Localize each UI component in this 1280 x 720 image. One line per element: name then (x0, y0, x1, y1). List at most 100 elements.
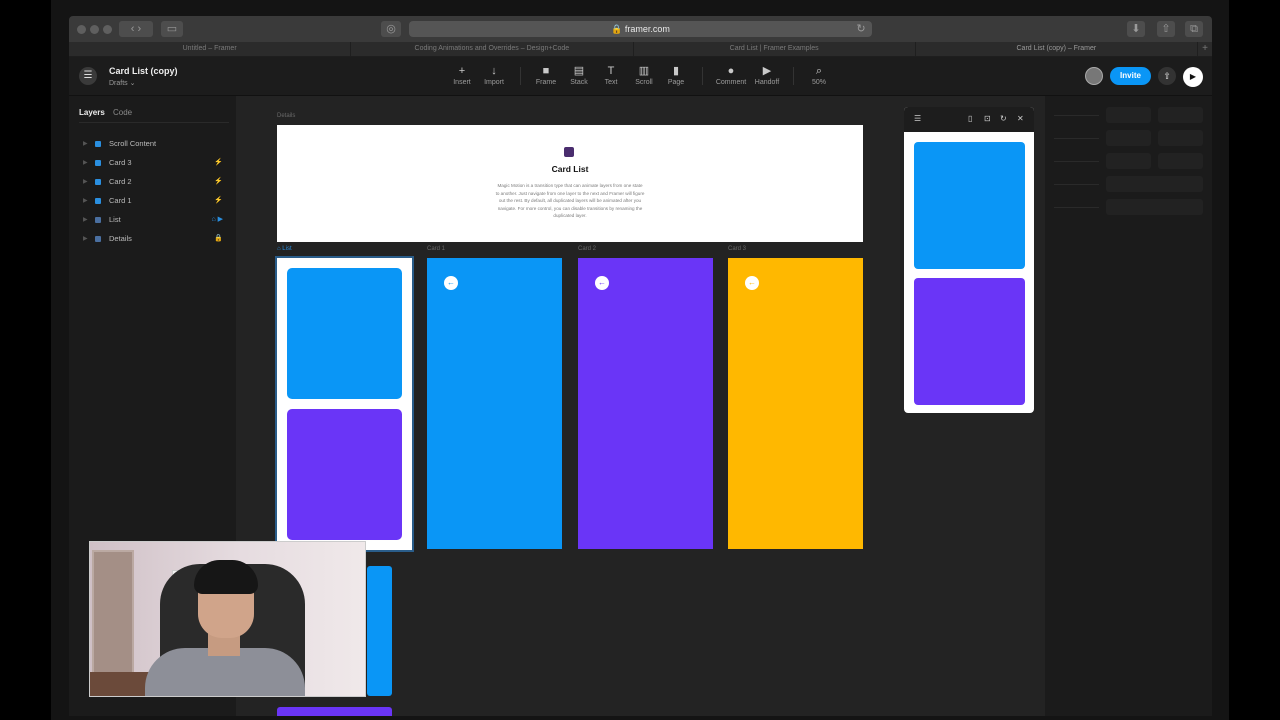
layer-icon (95, 160, 101, 166)
main-menu-button[interactable]: ☰ (79, 67, 97, 85)
preview-card-blue[interactable] (914, 142, 1025, 269)
property-field[interactable] (1106, 199, 1203, 215)
list-card-purple[interactable] (287, 409, 402, 540)
tab-layers[interactable]: Layers (79, 108, 105, 117)
share-icon[interactable]: ⇧ (1157, 21, 1175, 37)
handoff-icon: ▶ (762, 65, 772, 77)
zoom-window-button[interactable] (103, 25, 112, 34)
layer-label: List (109, 215, 121, 224)
layer-label: Card 3 (109, 158, 132, 167)
chevron-right-icon[interactable]: ▶ (83, 194, 88, 208)
scroll-overflow-card-purple[interactable] (277, 707, 392, 716)
minimize-window-button[interactable] (90, 25, 99, 34)
property-field[interactable] (1106, 107, 1151, 123)
layer-item[interactable]: ▶ Scroll Content (83, 137, 223, 151)
preview-toolbar: ☰ ▯ ⊡ ↻ ✕ (904, 107, 1034, 132)
property-field[interactable] (1106, 130, 1151, 146)
device-icon[interactable]: ▯ (968, 114, 972, 123)
handoff-tool[interactable]: ▶ Handoff (747, 64, 787, 86)
preview-card-purple[interactable] (914, 278, 1025, 405)
property-row (1054, 207, 1099, 208)
preview-window[interactable]: ☰ ▯ ⊡ ↻ ✕ (904, 107, 1034, 413)
magic-motion-icon: ⚡ (214, 197, 223, 204)
back-arrow-icon[interactable]: ← (745, 276, 759, 290)
menu-icon[interactable]: ☰ (914, 114, 921, 123)
layer-icon (95, 179, 101, 185)
layer-item[interactable]: ▶ Card 3 ⚡ (83, 156, 223, 170)
tool-label: Import (484, 79, 504, 86)
lock-icon[interactable]: ⊡ (984, 114, 991, 123)
browser-tab[interactable]: Card List | Framer Examples (634, 42, 916, 56)
reload-icon[interactable]: ↻ (854, 21, 868, 37)
zoom-tool[interactable]: ⌕ 50% (799, 64, 839, 86)
back-arrow-icon[interactable]: ← (595, 276, 609, 290)
layer-item[interactable]: ▶ Details 🔒 (83, 232, 223, 246)
property-field[interactable] (1106, 153, 1151, 169)
chevron-right-icon[interactable]: ▶ (83, 213, 88, 227)
layer-item[interactable]: ▶ Card 1 ⚡ (83, 194, 223, 208)
back-forward-buttons[interactable]: ‹ › (119, 21, 153, 37)
url-text: framer.com (624, 24, 670, 34)
stack-layer-icon (95, 236, 101, 242)
browser-tab[interactable]: Untitled – Framer (69, 42, 352, 56)
property-field[interactable] (1158, 153, 1203, 169)
frame-label-card3[interactable]: Card 3 (728, 246, 746, 252)
property-field[interactable] (1158, 130, 1203, 146)
card2-frame[interactable]: ← (578, 258, 713, 549)
browser-tab-active[interactable]: Card List (copy) – Framer (916, 42, 1198, 56)
card1-frame[interactable]: ← (427, 258, 562, 549)
list-card-blue[interactable] (287, 268, 402, 399)
lock-icon: 🔒 (214, 235, 223, 242)
chevron-right-icon[interactable]: ▶ (83, 156, 88, 170)
document-location[interactable]: Drafts ⌄ (109, 79, 135, 87)
details-title: Card List (551, 164, 589, 174)
download-icon[interactable]: ⬇ (1127, 21, 1145, 37)
properties-panel (1045, 96, 1212, 716)
details-frame[interactable]: Card List Magic Motion is a transition t… (277, 125, 863, 242)
property-field[interactable] (1106, 176, 1203, 192)
arrow-down-icon: ↓ (491, 65, 497, 77)
avatar[interactable] (1085, 67, 1103, 85)
magic-motion-icon: ⚡ (214, 159, 223, 166)
property-row (1054, 138, 1099, 139)
layer-label: Scroll Content (109, 139, 157, 148)
close-window-button[interactable] (77, 25, 86, 34)
chevron-right-icon[interactable]: ▶ (83, 175, 88, 189)
invite-button[interactable]: Invite (1110, 67, 1151, 85)
magnifier-icon: ⌕ (815, 65, 823, 77)
tabs-overview-icon[interactable]: ⧉ (1185, 21, 1203, 37)
url-bar[interactable]: 🔒 framer.com (409, 21, 872, 37)
tool-label: Page (667, 79, 685, 86)
list-frame[interactable] (275, 256, 414, 552)
frame-label-list[interactable]: ⌂ List (277, 246, 292, 252)
property-field[interactable] (1158, 107, 1203, 123)
browser-tab[interactable]: Coding Animations and Overrides – Design… (351, 42, 634, 56)
sidebar-toggle-icon[interactable]: ▭ (161, 21, 183, 37)
new-tab-button[interactable]: + (1198, 42, 1212, 56)
preview-play-button[interactable]: ▶ (1183, 67, 1203, 87)
comment-tool[interactable]: ● Comment (711, 64, 751, 86)
close-icon[interactable]: ✕ (1017, 114, 1024, 123)
details-description: Magic Motion is a transition type that c… (495, 183, 645, 219)
privacy-icon[interactable]: ◎ (381, 21, 401, 37)
back-arrow-icon[interactable]: ← (444, 276, 458, 290)
layer-item[interactable]: ▶ List ⌂ ▶ (83, 213, 223, 227)
layer-item[interactable]: ▶ Card 2 ⚡ (83, 175, 223, 189)
document-title[interactable]: Card List (copy) (109, 66, 178, 76)
chevron-right-icon[interactable]: ▶ (83, 137, 88, 151)
card3-frame[interactable]: ← (728, 258, 863, 549)
frame-label-card2[interactable]: Card 2 (578, 246, 596, 252)
refresh-icon[interactable]: ↻ (1000, 114, 1007, 123)
page-tool[interactable]: ▮ Page (656, 64, 696, 86)
tab-code[interactable]: Code (113, 108, 132, 117)
chevron-right-icon[interactable]: ▶ (83, 232, 88, 246)
import-tool[interactable]: ↓ Import (474, 64, 514, 86)
magic-motion-icon: ⚡ (214, 178, 223, 185)
frame-label-card1[interactable]: Card 1 (427, 246, 445, 252)
panel-divider (79, 122, 229, 123)
frame-label-details[interactable]: Details (277, 113, 295, 119)
publish-icon[interactable]: ⇧ (1158, 67, 1176, 85)
scroll-overflow-card-blue[interactable] (367, 566, 392, 696)
layer-label: Card 1 (109, 196, 132, 205)
framer-toolbar: ☰ Card List (copy) Drafts ⌄ + Insert ↓ Imp… (69, 57, 1212, 96)
